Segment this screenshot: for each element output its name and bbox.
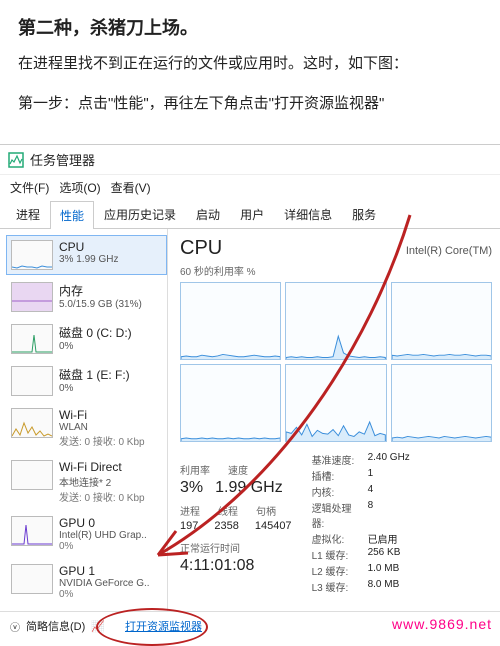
- tab-app-history[interactable]: 应用历史记录: [94, 200, 186, 228]
- spec-label: L2 缓存:: [312, 563, 364, 578]
- tab-details[interactable]: 详细信息: [274, 200, 342, 228]
- label-util: 利用率: [180, 462, 210, 477]
- label-uptime: 正常运行时间: [180, 540, 292, 555]
- spec-value: 1: [368, 468, 428, 483]
- sidebar-item-label: GPU 0: [59, 516, 162, 530]
- label-speed: 速度: [228, 462, 248, 477]
- sidebar-item-label: 内存: [59, 282, 162, 299]
- spec-label: L1 缓存:: [312, 547, 364, 562]
- sidebar-item-sub: 0%: [59, 341, 162, 352]
- sidebar-item-sub: Intel(R) UHD Grap..: [59, 530, 162, 541]
- menu-file[interactable]: 文件(F): [10, 179, 49, 196]
- sidebar-item-sub: 5.0/15.9 GB (31%): [59, 299, 162, 310]
- sidebar-item-sub: 0%: [59, 383, 162, 394]
- sidebar-item-sub2: 0%: [59, 589, 162, 600]
- main-panel: CPU Intel(R) Core(TM) 60 秒的利用率 % 利用率 速度 3…: [168, 229, 500, 611]
- spec-value: 已启用: [368, 531, 428, 546]
- sidebar-item-memory[interactable]: 内存5.0/15.9 GB (31%): [6, 277, 167, 317]
- value-threads: 2358: [214, 520, 238, 532]
- sidebar-item-gpu0[interactable]: GPU 0Intel(R) UHD Grap..0%: [6, 511, 167, 557]
- cpu-model: Intel(R) Core(TM): [406, 245, 492, 257]
- sidebar-item-sub: WLAN: [59, 422, 162, 433]
- article-heading: 第二种，杀猪刀上场。: [18, 14, 482, 40]
- sidebar-item-sub2: 发送: 0 接收: 0 Kbp: [59, 489, 162, 504]
- spec-value: 2.40 GHz: [368, 452, 428, 467]
- tab-startup[interactable]: 启动: [186, 200, 230, 228]
- spec-value: 4: [368, 484, 428, 499]
- value-uptime: 4:11:01:08: [180, 557, 292, 575]
- spec-label: 虚拟化:: [312, 531, 364, 546]
- watermark: www.9869.net: [392, 616, 492, 632]
- tab-performance[interactable]: 性能: [50, 201, 94, 229]
- menu-bar: 文件(F) 选项(O) 查看(V): [0, 175, 500, 200]
- article-p1: 在进程里找不到正在运行的文件或应用时。这时，如下图：: [18, 52, 482, 76]
- title-bar: 任务管理器: [0, 145, 500, 175]
- monitor-icon: 📈: [91, 620, 105, 633]
- sidebar-item-disk0[interactable]: 磁盘 0 (C: D:)0%: [6, 319, 167, 359]
- sidebar-item-label: 磁盘 1 (E: F:): [59, 366, 162, 383]
- spec-label: 内核:: [312, 484, 364, 499]
- sidebar-item-label: 磁盘 0 (C: D:): [59, 324, 162, 341]
- page-title: CPU: [180, 237, 222, 260]
- menu-view[interactable]: 查看(V): [111, 179, 151, 196]
- chevron-up-icon[interactable]: ⓥ: [10, 619, 20, 634]
- sidebar-item-wifi[interactable]: Wi-FiWLAN发送: 0 接收: 0 Kbp: [6, 403, 167, 453]
- spec-value: 1.0 MB: [368, 563, 428, 578]
- sidebar-item-label: GPU 1: [59, 564, 162, 578]
- task-manager-window: 任务管理器 文件(F) 选项(O) 查看(V) 进程 性能 应用历史记录 启动 …: [0, 144, 500, 640]
- label-threads: 线程: [218, 503, 238, 518]
- chart-subtitle: 60 秒的利用率 %: [180, 263, 492, 278]
- sidebar-item-disk1[interactable]: 磁盘 1 (E: F:)0%: [6, 361, 167, 401]
- sidebar-item-sub2: 发送: 0 接收: 0 Kbp: [59, 433, 162, 448]
- sidebar-item-gpu1[interactable]: GPU 1NVIDIA GeForce G..0%: [6, 559, 167, 605]
- window-title: 任务管理器: [30, 150, 95, 169]
- sidebar-item-wifi-direct[interactable]: Wi-Fi Direct本地连接* 2发送: 0 接收: 0 Kbp: [6, 455, 167, 509]
- sidebar-item-label: Wi-Fi: [59, 408, 162, 422]
- sidebar: CPU3% 1.99 GHz 内存5.0/15.9 GB (31%) 磁盘 0 …: [0, 229, 168, 611]
- cpu-core-chart: [180, 282, 281, 360]
- label-proc: 进程: [180, 503, 200, 518]
- spec-label: 基准速度:: [312, 452, 364, 467]
- spec-label: 逻辑处理器:: [312, 500, 364, 530]
- cpu-core-chart: [285, 282, 386, 360]
- taskmgr-icon: [8, 152, 24, 168]
- sidebar-item-label: CPU: [59, 240, 162, 254]
- open-resource-monitor-link[interactable]: 打开资源监视器: [125, 618, 202, 634]
- spec-label: L3 缓存:: [312, 579, 364, 594]
- tab-services[interactable]: 服务: [342, 200, 386, 228]
- cpu-core-chart: [285, 364, 386, 442]
- sidebar-item-sub: 3% 1.99 GHz: [59, 254, 162, 265]
- value-proc: 197: [180, 520, 198, 532]
- value-speed: 1.99 GHz: [215, 479, 283, 497]
- sidebar-item-sub: 本地连接* 2: [59, 474, 162, 489]
- article-p2: 第一步：点击"性能"，再往左下角点击"打开资源监视器": [18, 92, 482, 116]
- spec-value: 256 KB: [368, 547, 428, 562]
- label-handles: 句柄: [256, 503, 276, 518]
- tabs: 进程 性能 应用历史记录 启动 用户 详细信息 服务: [0, 200, 500, 229]
- sidebar-item-sub2: 0%: [59, 541, 162, 552]
- sidebar-item-label: Wi-Fi Direct: [59, 460, 162, 474]
- sidebar-item-sub: NVIDIA GeForce G..: [59, 578, 162, 589]
- cpu-core-chart: [391, 282, 492, 360]
- spec-value: 8: [368, 500, 428, 530]
- spec-value: 8.0 MB: [368, 579, 428, 594]
- tab-processes[interactable]: 进程: [6, 200, 50, 228]
- menu-options[interactable]: 选项(O): [59, 179, 100, 196]
- cpu-core-chart: [180, 364, 281, 442]
- cpu-charts: [180, 282, 492, 442]
- less-details-link[interactable]: 简略信息(D): [26, 618, 85, 634]
- sidebar-item-cpu[interactable]: CPU3% 1.99 GHz: [6, 235, 167, 275]
- tab-users[interactable]: 用户: [230, 200, 274, 228]
- spec-label: 插槽:: [312, 468, 364, 483]
- cpu-core-chart: [391, 364, 492, 442]
- value-util: 3%: [180, 479, 203, 497]
- cpu-spec: 基准速度:2.40 GHz 插槽:1 内核:4 逻辑处理器:8 虚拟化:已启用 …: [312, 452, 428, 594]
- value-handles: 145407: [255, 520, 292, 532]
